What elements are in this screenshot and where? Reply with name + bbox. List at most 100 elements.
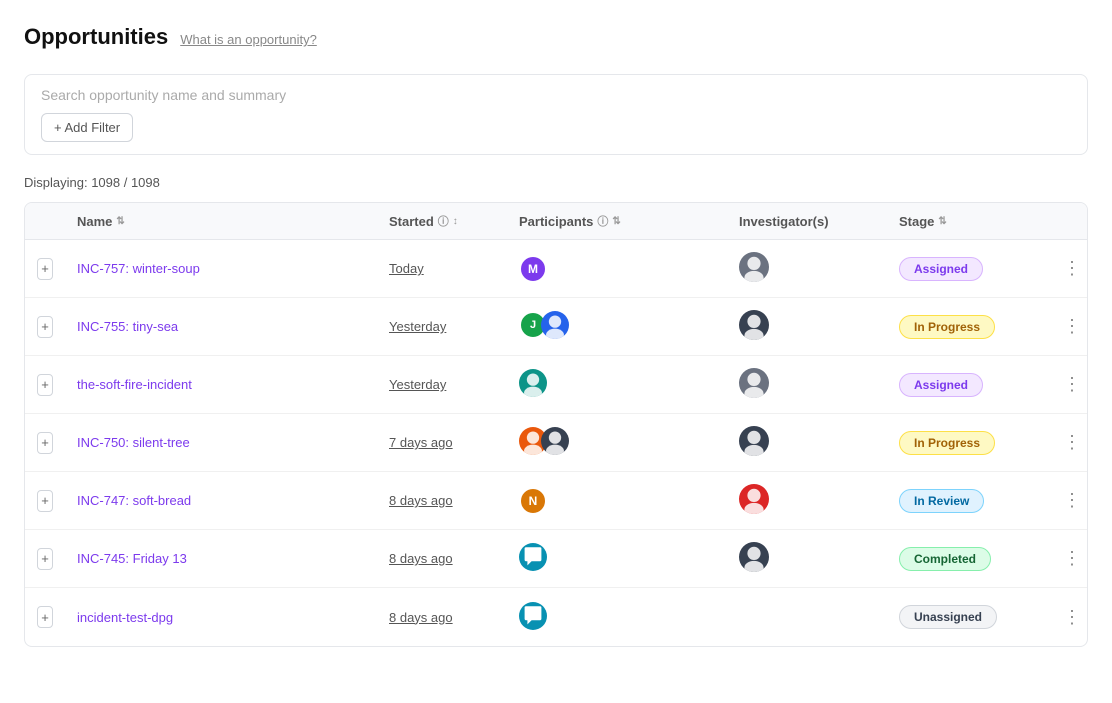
participants-avatars: J bbox=[519, 311, 569, 342]
add-filter-label: + Add Filter bbox=[54, 120, 120, 135]
stage-badge: In Review bbox=[899, 489, 984, 513]
started-cell: Yesterday bbox=[377, 367, 507, 402]
stage-badge: Unassigned bbox=[899, 605, 997, 629]
participant-avatar bbox=[541, 427, 569, 458]
incident-link[interactable]: the-soft-fire-incident bbox=[77, 377, 192, 392]
investigator-avatars bbox=[739, 426, 769, 459]
more-options-button[interactable]: ⋮ bbox=[1059, 544, 1085, 573]
stage-cell: In Review bbox=[887, 479, 1047, 523]
investigator-avatars bbox=[739, 310, 769, 343]
participants-cell bbox=[507, 592, 727, 643]
page-subtitle-link[interactable]: What is an opportunity? bbox=[180, 32, 317, 47]
participant-avatar: N bbox=[519, 487, 547, 515]
display-count: Displaying: 1098 / 1098 bbox=[24, 175, 1088, 190]
more-options-button[interactable]: ⋮ bbox=[1059, 254, 1085, 283]
stage-cell: In Progress bbox=[887, 305, 1047, 349]
participant-avatar bbox=[541, 311, 569, 342]
investigator-cell bbox=[727, 474, 887, 527]
participants-cell bbox=[507, 359, 727, 410]
stage-badge: Assigned bbox=[899, 257, 983, 281]
name-sort-icon: ⇅ bbox=[116, 216, 124, 227]
participant-avatar: M bbox=[519, 255, 547, 283]
stage-cell: In Progress bbox=[887, 421, 1047, 465]
stage-badge: In Progress bbox=[899, 315, 995, 339]
expand-button[interactable]: + bbox=[37, 432, 53, 454]
expand-button[interactable]: + bbox=[37, 316, 53, 338]
table-row: + incident-test-dpg 8 days ago Unassigne… bbox=[25, 588, 1087, 646]
incident-link[interactable]: INC-757: winter-soup bbox=[77, 261, 200, 276]
participant-avatar bbox=[519, 602, 547, 633]
page-container: Opportunities What is an opportunity? + … bbox=[0, 0, 1112, 671]
investigator-avatar bbox=[739, 368, 769, 401]
incident-link[interactable]: INC-750: silent-tree bbox=[77, 435, 190, 450]
expand-button[interactable]: + bbox=[37, 258, 53, 280]
participants-cell: M bbox=[507, 245, 727, 293]
investigator-avatar bbox=[739, 426, 769, 459]
started-date[interactable]: Today bbox=[389, 261, 424, 276]
investigator-cell bbox=[727, 607, 887, 627]
expand-button[interactable]: + bbox=[37, 490, 53, 512]
th-stage[interactable]: Stage ⇅ bbox=[887, 203, 1047, 239]
expand-button[interactable]: + bbox=[37, 606, 53, 628]
name-cell: incident-test-dpg bbox=[65, 600, 377, 635]
page-header: Opportunities What is an opportunity? bbox=[24, 24, 1088, 50]
actions-cell: ⋮ bbox=[1047, 476, 1087, 525]
participants-avatars: N bbox=[519, 487, 547, 515]
participants-cell bbox=[507, 533, 727, 584]
more-options-button[interactable]: ⋮ bbox=[1059, 312, 1085, 341]
more-options-button[interactable]: ⋮ bbox=[1059, 370, 1085, 399]
stage-badge: Completed bbox=[899, 547, 991, 571]
name-cell: INC-745: Friday 13 bbox=[65, 541, 377, 576]
name-cell: the-soft-fire-incident bbox=[65, 367, 377, 402]
investigator-avatars bbox=[739, 368, 769, 401]
add-filter-button[interactable]: + Add Filter bbox=[41, 113, 133, 142]
actions-cell: ⋮ bbox=[1047, 418, 1087, 467]
started-date[interactable]: Yesterday bbox=[389, 319, 446, 334]
started-cell: 8 days ago bbox=[377, 483, 507, 518]
incident-link[interactable]: INC-745: Friday 13 bbox=[77, 551, 187, 566]
name-cell: INC-757: winter-soup bbox=[65, 251, 377, 286]
actions-cell: ⋮ bbox=[1047, 534, 1087, 583]
table-row: + the-soft-fire-incident Yesterday Assig… bbox=[25, 356, 1087, 414]
investigator-avatars bbox=[739, 542, 769, 575]
more-options-button[interactable]: ⋮ bbox=[1059, 603, 1085, 632]
more-options-button[interactable]: ⋮ bbox=[1059, 428, 1085, 457]
participant-avatar bbox=[519, 369, 547, 400]
stage-cell: Completed bbox=[887, 537, 1047, 581]
filter-bar: + Add Filter bbox=[24, 74, 1088, 155]
investigator-avatars bbox=[739, 484, 769, 517]
investigator-cell bbox=[727, 358, 887, 411]
investigator-cell bbox=[727, 300, 887, 353]
more-options-button[interactable]: ⋮ bbox=[1059, 486, 1085, 515]
started-cell: 7 days ago bbox=[377, 425, 507, 460]
started-date[interactable]: 8 days ago bbox=[389, 493, 453, 508]
expand-button[interactable]: + bbox=[37, 548, 53, 570]
table-body: + INC-757: winter-soup Today M Assigned … bbox=[25, 240, 1087, 646]
incident-link[interactable]: INC-747: soft-bread bbox=[77, 493, 191, 508]
investigator-avatar bbox=[739, 542, 769, 575]
started-date[interactable]: Yesterday bbox=[389, 377, 446, 392]
started-info-icon[interactable]: ⓘ bbox=[438, 213, 449, 229]
actions-cell: ⋮ bbox=[1047, 244, 1087, 293]
started-date[interactable]: 8 days ago bbox=[389, 610, 453, 625]
name-cell: INC-747: soft-bread bbox=[65, 483, 377, 518]
participants-avatars bbox=[519, 369, 547, 400]
incident-link[interactable]: incident-test-dpg bbox=[77, 610, 173, 625]
th-started[interactable]: Started ⓘ ↕ bbox=[377, 203, 507, 239]
page-title: Opportunities bbox=[24, 24, 168, 50]
expand-button[interactable]: + bbox=[37, 374, 53, 396]
started-date[interactable]: 8 days ago bbox=[389, 551, 453, 566]
table-row: + INC-745: Friday 13 8 days ago Complete… bbox=[25, 530, 1087, 588]
search-input[interactable] bbox=[41, 87, 1071, 103]
participants-info-icon[interactable]: ⓘ bbox=[597, 213, 608, 229]
table-row: + INC-755: tiny-sea Yesterday J In Progr… bbox=[25, 298, 1087, 356]
participants-cell: J bbox=[507, 301, 727, 352]
th-actions bbox=[1047, 203, 1087, 239]
investigator-avatars bbox=[739, 252, 769, 285]
th-participants: Participants ⓘ ⇅ bbox=[507, 203, 727, 239]
participants-sort-icon: ⇅ bbox=[612, 216, 620, 227]
incident-link[interactable]: INC-755: tiny-sea bbox=[77, 319, 178, 334]
stage-badge: Assigned bbox=[899, 373, 983, 397]
started-date[interactable]: 7 days ago bbox=[389, 435, 453, 450]
th-name[interactable]: Name ⇅ bbox=[65, 203, 377, 239]
